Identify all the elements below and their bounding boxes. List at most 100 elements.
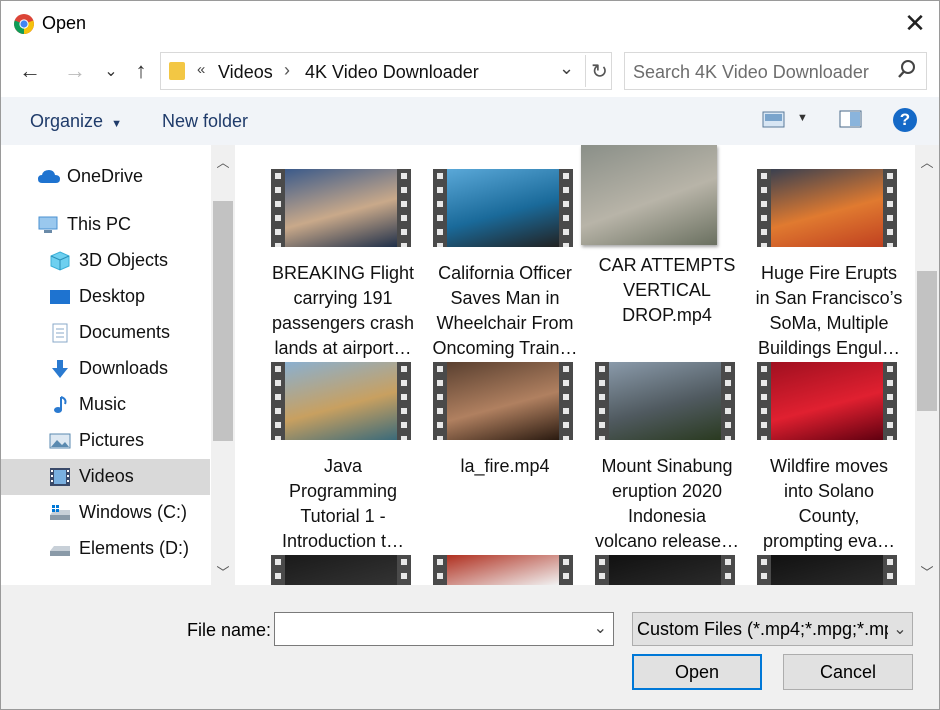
sidebar-item-this-pc[interactable]: This PC	[1, 207, 210, 243]
open-button[interactable]: Open	[632, 654, 762, 690]
thumbnail-frame	[609, 362, 721, 440]
file-name-line: lands at airport…	[274, 338, 412, 358]
film-strip-icon	[433, 169, 447, 247]
file-name-line: Huge Fire Erupts	[760, 263, 898, 283]
cancel-button[interactable]: Cancel	[783, 654, 913, 690]
sidebar-item-onedrive[interactable]: OneDrive	[1, 159, 210, 195]
file-name-line: California Officer	[438, 263, 572, 283]
scroll-up-icon[interactable]: ︿	[211, 149, 235, 173]
sidebar-item-music[interactable]: Music	[1, 387, 210, 423]
sidebar-item-windows-c[interactable]: Windows (C:)	[1, 495, 210, 531]
video-thumbnail	[271, 555, 411, 585]
window-title: Open	[42, 13, 87, 33]
forward-arrow-icon: →	[64, 58, 86, 83]
file-name-line: SoMa, Multiple	[769, 313, 889, 333]
close-button[interactable]: ✕	[894, 3, 936, 43]
file-list: BREAKING Flight carrying 191 passengers cr…	[237, 145, 915, 585]
chevron-down-icon[interactable]: ⌄	[594, 618, 607, 638]
sidebar-item-videos[interactable]: Videos	[1, 459, 210, 495]
search-box[interactable]	[624, 52, 927, 90]
video-thumbnail	[581, 145, 717, 245]
video-thumbnail	[757, 555, 897, 585]
address-bar[interactable]: « Videos › 4K Video Downloader ⌄ ↻	[160, 52, 612, 90]
chevron-down-icon[interactable]: ⌄	[888, 613, 912, 645]
video-thumbnail	[595, 362, 735, 440]
refresh-icon: ↻	[591, 60, 608, 83]
new-folder-button[interactable]: New folder	[162, 111, 248, 132]
forward-button[interactable]: →	[59, 55, 91, 87]
video-thumbnail	[433, 555, 573, 585]
file-name-line: Tutorial 1 -	[300, 506, 386, 526]
video-thumbnail	[271, 169, 411, 247]
file-name-line: Introduction t…	[281, 531, 405, 551]
files-scrollbar[interactable]: ︿ ﹀	[915, 145, 939, 585]
breadcrumb-separator-icon[interactable]: ›	[284, 60, 290, 81]
view-options-dropdown[interactable]: ▼	[797, 112, 808, 124]
change-view-button[interactable]	[762, 109, 786, 134]
view-icon	[762, 111, 785, 128]
thumbnail-frame	[771, 555, 883, 585]
file-name-line: in San Francisco’s	[755, 288, 903, 308]
sidebar-item-3d-objects[interactable]: 3D Objects	[1, 243, 210, 279]
breadcrumb-4k-video-downloader[interactable]: 4K Video Downloader	[305, 62, 479, 83]
overflow-icon[interactable]: «	[197, 61, 205, 78]
refresh-button[interactable]: ↻	[585, 55, 613, 87]
organize-button[interactable]: Organize ▼	[30, 111, 122, 132]
breadcrumb-videos[interactable]: Videos	[218, 62, 273, 83]
video-thumbnail	[271, 362, 411, 440]
close-icon: ✕	[904, 7, 926, 38]
sidebar-item-label: Desktop	[79, 286, 146, 306]
thumbnail-frame	[285, 362, 397, 440]
drive-icon	[49, 539, 71, 559]
thumbnail-frame	[285, 169, 397, 247]
film-strip-icon	[397, 362, 411, 440]
back-button[interactable]: ←	[14, 55, 46, 87]
nav-scrollbar[interactable]: ︿ ﹀	[211, 145, 235, 585]
file-name-line: Buildings Engul…	[757, 338, 901, 358]
sidebar-item-desktop[interactable]: Desktop	[1, 279, 210, 315]
thumbnail-frame	[447, 362, 559, 440]
title-bar: Open ✕	[1, 1, 939, 45]
file-name-line: County,	[798, 506, 860, 526]
file-type-value: Custom Files (*.mp4;*.mpg;*.mpeg;*.avi)	[637, 619, 913, 639]
thumbnail-frame	[447, 169, 559, 247]
film-strip-icon	[559, 555, 573, 585]
help-icon: ?	[899, 110, 911, 129]
video-thumbnail	[757, 169, 897, 247]
desktop-icon	[49, 287, 71, 307]
file-name-line: DROP.mp4	[622, 305, 712, 325]
nav-scroll-thumb[interactable]	[213, 201, 233, 441]
address-dropdown-icon[interactable]: ⌄	[559, 58, 574, 79]
scroll-down-icon[interactable]: ﹀	[915, 559, 939, 583]
file-name-field[interactable]: ⌄	[274, 612, 614, 646]
sidebar-item-documents[interactable]: Documents	[1, 315, 210, 351]
search-icon[interactable]	[897, 59, 917, 81]
file-name-line: carrying 191	[293, 288, 393, 308]
sidebar-item-label: Elements (D:)	[79, 538, 190, 558]
file-type-select[interactable]: Custom Files (*.mp4;*.mpg;*.mpeg;*.avi) …	[632, 612, 913, 646]
search-input[interactable]	[633, 61, 888, 83]
preview-pane-button[interactable]	[839, 109, 863, 134]
sidebar-item-downloads[interactable]: Downloads	[1, 351, 210, 387]
thumbnail-frame	[581, 145, 717, 245]
help-button[interactable]: ?	[893, 108, 917, 132]
film-strip-icon	[883, 169, 897, 247]
thumbnail-frame	[771, 169, 883, 247]
film-strip-icon	[757, 555, 771, 585]
recent-locations-button[interactable]: ⌄	[95, 55, 127, 87]
film-strip-icon	[883, 362, 897, 440]
file-name-line: CAR ATTEMPTS	[598, 255, 736, 275]
scroll-up-icon[interactable]: ︿	[915, 149, 939, 173]
up-arrow-icon: ↑	[135, 58, 147, 83]
scroll-down-icon[interactable]: ﹀	[211, 559, 235, 583]
sidebar-item-pictures[interactable]: Pictures	[1, 423, 210, 459]
sidebar-item-elements-d[interactable]: Elements (D:)	[1, 531, 210, 567]
film-strip-icon	[559, 362, 573, 440]
cloud-icon	[37, 167, 60, 187]
sidebar-item-label: Downloads	[79, 358, 169, 378]
music-icon	[49, 395, 71, 415]
files-scroll-thumb[interactable]	[917, 271, 937, 411]
up-button[interactable]: ↑	[125, 55, 157, 87]
file-name-line: prompting eva…	[762, 531, 896, 551]
video-icon	[49, 467, 71, 487]
